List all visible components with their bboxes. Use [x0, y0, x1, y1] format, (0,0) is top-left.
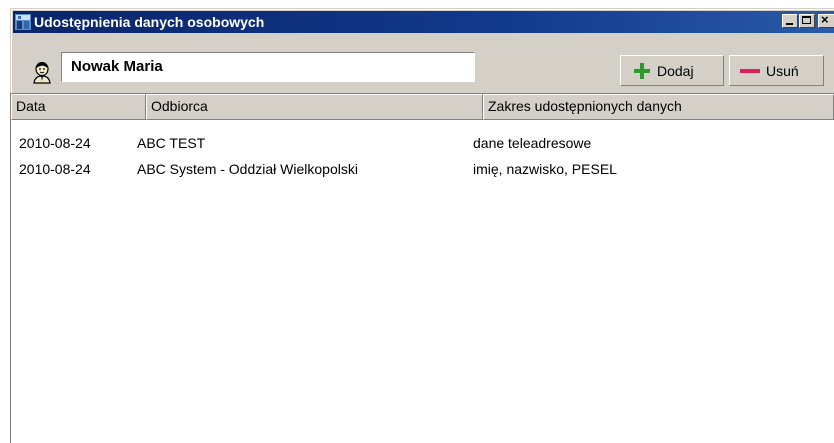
table-row[interactable]: 2010-08-24 ABC TEST dane teleadresowe — [11, 131, 834, 157]
cell-scope: dane teleadresowe — [473, 135, 592, 151]
close-button[interactable]: × — [818, 12, 834, 28]
cell-recipient: ABC System - Oddział Wielkopolski — [137, 161, 358, 177]
close-icon: × — [821, 12, 829, 27]
remove-button-label: Usuń — [766, 63, 799, 79]
remove-button[interactable]: Usuń — [729, 55, 824, 86]
table-header: Data Odbiorca Zakres udostępnionych dany… — [11, 94, 834, 120]
minus-icon — [740, 69, 760, 73]
column-header-recipient[interactable]: Odbiorca — [146, 94, 483, 120]
window-title: Udostępnienia danych osobowych — [34, 14, 265, 30]
app-icon — [15, 14, 31, 30]
person-name-field[interactable]: Nowak Maria — [61, 52, 475, 82]
table-row[interactable]: 2010-08-24 ABC System - Oddział Wielkopo… — [11, 157, 834, 183]
minimize-button[interactable] — [782, 14, 798, 28]
cell-scope: imię, nazwisko, PESEL — [473, 161, 617, 177]
minimize-icon — [786, 23, 793, 25]
title-bar[interactable]: Udostępnienia danych osobowych × — [13, 11, 834, 33]
person-icon — [33, 62, 51, 84]
column-header-date[interactable]: Data — [11, 94, 146, 120]
column-header-scope[interactable]: Zakres udostępnionych danych — [483, 94, 834, 120]
maximize-icon — [802, 16, 811, 24]
add-button-label: Dodaj — [657, 63, 694, 79]
cell-recipient: ABC TEST — [137, 135, 206, 151]
cell-date: 2010-08-24 — [19, 135, 91, 151]
cell-date: 2010-08-24 — [19, 161, 91, 177]
maximize-button[interactable] — [799, 14, 815, 28]
add-button[interactable]: Dodaj — [620, 55, 724, 86]
sharing-table[interactable]: Data Odbiorca Zakres udostępnionych dany… — [10, 93, 834, 443]
person-name-value: Nowak Maria — [71, 58, 163, 75]
plus-icon — [634, 63, 650, 79]
